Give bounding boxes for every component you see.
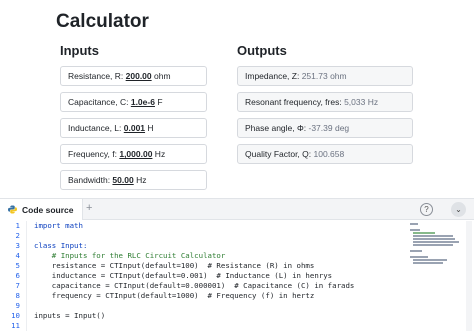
frequency-label: Frequency, f: xyxy=(68,149,120,159)
resistance-unit: ohm xyxy=(151,71,171,81)
capacitance-field[interactable]: Capacitance, C: 1.0e-6 F xyxy=(60,92,207,112)
line-number: 1 xyxy=(15,221,20,230)
resonant-frequency-label: Resonant frequency, fres: xyxy=(245,97,345,107)
bandwidth-value[interactable]: 50.00 xyxy=(112,175,133,185)
bandwidth-label: Bandwidth: xyxy=(68,175,113,185)
line-text: resistance = CTInput(default=100) # Resi… xyxy=(34,261,315,270)
frequency-field[interactable]: Frequency, f: 1,000.00 Hz xyxy=(60,144,207,164)
inductance-value[interactable]: 0.001 xyxy=(124,123,145,133)
code-editor[interactable]: 1 import math 2 3 class Input: 4 # Inputs … xyxy=(0,221,474,331)
code-minimap[interactable] xyxy=(410,221,462,271)
line-number: 4 xyxy=(15,251,20,260)
page-title: Calculator xyxy=(56,11,149,32)
tab-code-source-label: Code source xyxy=(22,204,74,215)
line-number: 10 xyxy=(11,311,20,320)
resonant-frequency-output: Resonant frequency, fres: 5,033 Hz xyxy=(237,92,413,112)
quality-factor-label: Quality Factor, Q: xyxy=(245,149,314,159)
line-text: inductance = CTInput(default=0.001) # In… xyxy=(34,271,333,280)
quality-factor-value: 100.658 xyxy=(313,149,345,159)
inputs-heading: Inputs xyxy=(60,43,99,58)
inductance-unit: H xyxy=(145,123,154,133)
line-number: 5 xyxy=(15,261,20,270)
capacitance-unit: F xyxy=(154,97,163,107)
line-text: # Inputs for the RLC Circuit Calculator xyxy=(34,251,226,260)
line-number: 9 xyxy=(15,301,20,310)
frequency-value[interactable]: 1,000.00 xyxy=(119,149,152,159)
frequency-unit: Hz xyxy=(152,149,166,159)
gutter-divider xyxy=(26,221,27,331)
line-text: import math xyxy=(34,221,83,230)
resistance-value[interactable]: 200.00 xyxy=(126,71,152,81)
resonant-frequency-value: 5,033 Hz xyxy=(344,97,379,107)
outputs-heading: Outputs xyxy=(237,43,287,58)
impedance-label: Impedance, Z: xyxy=(245,71,302,81)
quality-factor-output: Quality Factor, Q: 100.658 xyxy=(237,144,413,164)
phase-angle-label: Phase angle, Φ: xyxy=(245,123,309,133)
capacitance-value[interactable]: 1.0e-6 xyxy=(131,97,155,107)
phase-angle-value: -37.39 deg xyxy=(308,123,350,133)
tab-code-source[interactable]: Code source xyxy=(0,199,83,220)
resistance-label: Resistance, R: xyxy=(68,71,126,81)
bandwidth-field[interactable]: Bandwidth: 50.00 Hz xyxy=(60,170,207,190)
resistance-field[interactable]: Resistance, R: 200.00 ohm xyxy=(60,66,207,86)
chevron-down-icon[interactable]: ⌄ xyxy=(451,202,466,217)
help-icon[interactable]: ? xyxy=(420,203,433,216)
code-scrollbar[interactable] xyxy=(466,221,472,331)
code-tabbar: Code source + ? ⌄ xyxy=(0,199,474,220)
line-text: inputs = Input() xyxy=(34,311,106,320)
python-icon xyxy=(8,205,17,214)
line-number: 2 xyxy=(15,231,20,240)
inductance-field[interactable]: Inductance, L: 0.001 H xyxy=(60,118,207,138)
add-tab-icon[interactable]: + xyxy=(86,202,92,214)
inductance-label: Inductance, L: xyxy=(68,123,124,133)
line-number: 3 xyxy=(15,241,20,250)
line-number: 11 xyxy=(11,321,20,330)
line-text: frequency = CTInput(default=1000) # Freq… xyxy=(34,291,315,300)
line-number: 6 xyxy=(15,271,20,280)
impedance-output: Impedance, Z: 251.73 ohm xyxy=(237,66,413,86)
line-number: 7 xyxy=(15,281,20,290)
impedance-value: 251.73 ohm xyxy=(301,71,347,81)
phase-angle-output: Phase angle, Φ: -37.39 deg xyxy=(237,118,413,138)
bandwidth-unit: Hz xyxy=(133,175,147,185)
capacitance-label: Capacitance, C: xyxy=(68,97,131,107)
line-number: 8 xyxy=(15,291,20,300)
line-text: class Input: xyxy=(34,241,88,250)
line-text: capacitance = CTInput(default=0.000001) … xyxy=(34,281,355,290)
code-source-panel: Code source + ? ⌄ 1 import math 2 3 class … xyxy=(0,198,474,331)
